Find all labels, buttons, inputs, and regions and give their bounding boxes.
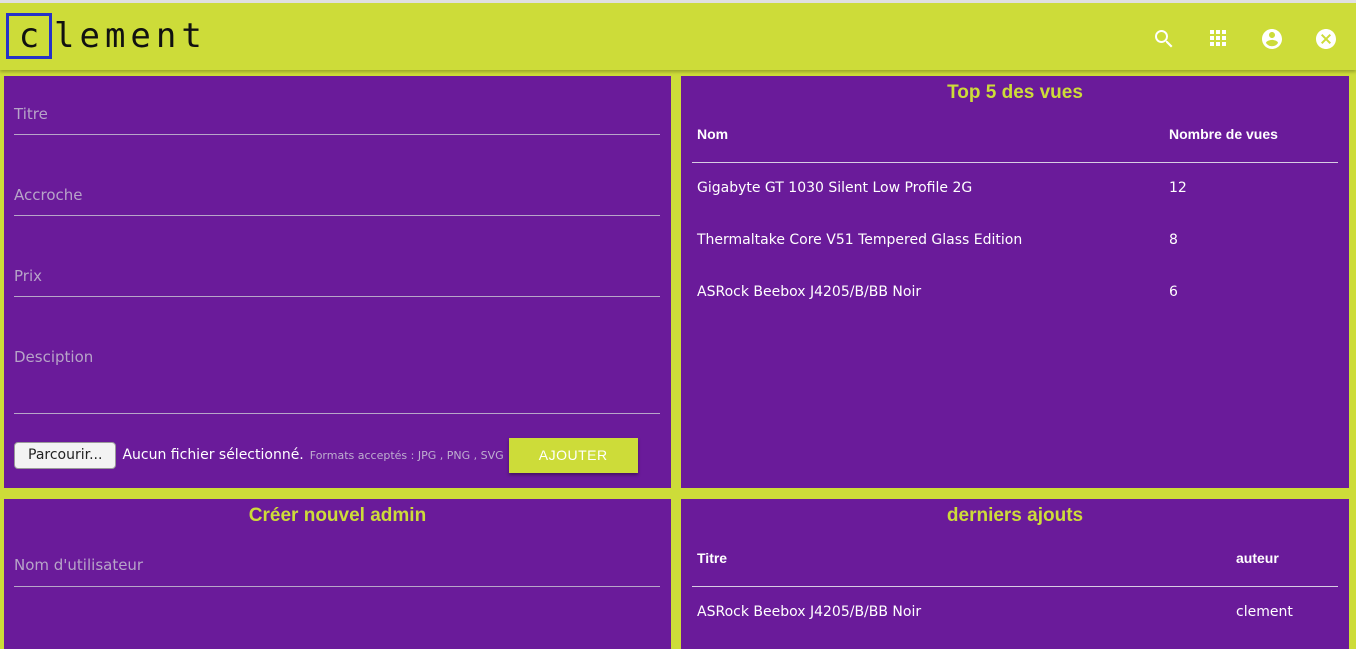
- top-views-table: Nom Nombre de vues Gigabyte GT 1030 Sile…: [692, 110, 1338, 319]
- row-name: ASRock Beebox J4205/B/BB Noir: [697, 284, 922, 300]
- row-title: ASRock Beebox J4205/B/BB Noir: [697, 604, 922, 620]
- no-file-text: Aucun fichier sélectionné.: [122, 447, 304, 463]
- table-row[interactable]: ASRock Beebox J4205/B/BB Noir clement: [692, 587, 1338, 639]
- browse-button[interactable]: Parcourir...: [14, 441, 117, 469]
- top-views-panel: Top 5 des vues Nom Nombre de vues Gigaby…: [681, 76, 1349, 488]
- new-admin-title: Créer nouvel admin: [248, 505, 427, 526]
- product-form-panel: Titre Accroche Prix Desciption Parcourir…: [4, 76, 671, 488]
- logo[interactable]: c lement: [6, 11, 207, 61]
- hook-field-label: Accroche: [14, 186, 83, 204]
- formats-hint: Formats acceptés : JPG , PNG , SVG: [309, 448, 504, 462]
- table-header: Nom Nombre de vues: [692, 110, 1338, 163]
- row-views: 8: [1169, 232, 1178, 248]
- column-header-author: auteur: [1236, 550, 1279, 566]
- row-name: Thermaltake Core V51 Tempered Glass Edit…: [697, 232, 1023, 248]
- column-header-name: Nom: [697, 126, 729, 142]
- top-actions: [1150, 25, 1340, 53]
- latest-panel: derniers ajouts Titre auteur ASRock Beeb…: [681, 499, 1349, 649]
- hook-field[interactable]: Accroche: [14, 179, 660, 216]
- title-field[interactable]: Titre: [14, 98, 660, 135]
- price-field-label: Prix: [14, 267, 42, 285]
- new-admin-panel: Créer nouvel admin Nom d'utilisateur: [4, 499, 671, 649]
- latest-table: Titre auteur ASRock Beebox J4205/B/BB No…: [692, 534, 1338, 639]
- upload-row: Parcourir... Aucun fichier sélectionné. …: [14, 437, 638, 473]
- close-circle-icon[interactable]: [1312, 25, 1340, 53]
- row-name: Gigabyte GT 1030 Silent Low Profile 2G: [697, 180, 973, 196]
- row-author: clement: [1236, 604, 1293, 620]
- account-circle-icon[interactable]: [1258, 25, 1286, 53]
- row-views: 12: [1169, 180, 1187, 196]
- username-field[interactable]: Nom d'utilisateur: [14, 549, 660, 587]
- top-views-title: Top 5 des vues: [947, 82, 1083, 103]
- latest-title: derniers ajouts: [946, 505, 1084, 526]
- row-views: 6: [1169, 284, 1178, 300]
- table-header: Titre auteur: [692, 534, 1338, 587]
- title-field-label: Titre: [14, 105, 48, 123]
- logo-first-letter: c: [6, 13, 52, 59]
- logo-text: lement: [54, 16, 207, 56]
- username-field-label: Nom d'utilisateur: [14, 556, 144, 574]
- search-icon[interactable]: [1150, 25, 1178, 53]
- column-header-views: Nombre de vues: [1169, 126, 1278, 142]
- top-bar: c lement: [0, 0, 1356, 70]
- table-row[interactable]: ASRock Beebox J4205/B/BB Noir 6: [692, 267, 1338, 319]
- add-button[interactable]: AJOUTER: [508, 437, 638, 473]
- price-field[interactable]: Prix: [14, 260, 660, 297]
- description-field-label: Desciption: [14, 348, 94, 366]
- description-field[interactable]: Desciption: [14, 341, 660, 414]
- column-header-title: Titre: [697, 550, 728, 566]
- table-row[interactable]: Gigabyte GT 1030 Silent Low Profile 2G 1…: [692, 163, 1338, 215]
- apps-grid-icon[interactable]: [1204, 25, 1232, 53]
- table-row[interactable]: Thermaltake Core V51 Tempered Glass Edit…: [692, 215, 1338, 267]
